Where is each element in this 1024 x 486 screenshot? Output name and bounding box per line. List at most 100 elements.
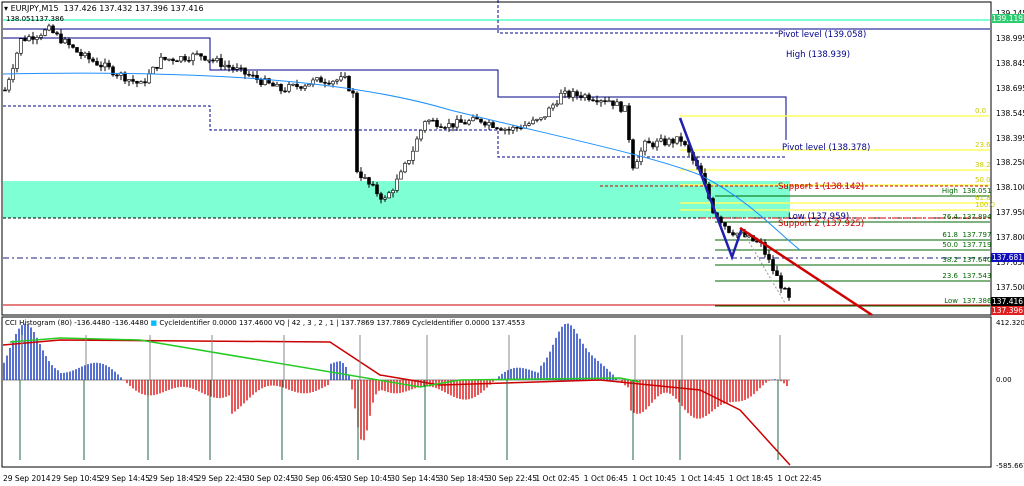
candle-body <box>343 75 347 78</box>
time-tick: 1 Oct 06:45 <box>583 474 628 483</box>
candle-body <box>379 193 383 200</box>
time-tick: 30 Sep 18:45 <box>438 474 489 483</box>
candle-body <box>579 95 583 99</box>
candle-body <box>583 94 587 99</box>
candle-body <box>39 35 43 38</box>
candle-body <box>231 66 235 70</box>
candle-body <box>155 66 159 69</box>
candle-body <box>503 128 507 131</box>
candle-body <box>195 53 199 55</box>
chart-canvas[interactable] <box>0 0 1024 486</box>
candle-body <box>179 56 183 62</box>
candle-body <box>615 101 619 106</box>
candle-body <box>51 25 55 34</box>
candle-body <box>655 140 659 148</box>
bid-badge: 137.416 <box>991 297 1024 306</box>
candle-body <box>87 52 91 60</box>
candle-body <box>575 91 579 96</box>
candle-body <box>675 136 679 144</box>
candle-body <box>627 105 631 141</box>
candle-body <box>47 25 51 31</box>
time-tick: 1 Oct 10:45 <box>632 474 677 483</box>
candle-body <box>399 171 403 180</box>
candle-body <box>783 287 787 290</box>
candle-body <box>535 118 539 121</box>
candle-body <box>611 100 615 106</box>
candle-body <box>767 254 771 260</box>
candle-body <box>3 89 7 92</box>
candle-body <box>303 85 307 89</box>
time-tick: 29 Sep 18:45 <box>148 474 199 483</box>
candle-body <box>543 116 547 119</box>
candle-body <box>23 38 27 42</box>
candle-body <box>227 64 231 68</box>
candle-body <box>307 84 311 87</box>
price-tick: 137.800 <box>996 233 1024 243</box>
candle-body <box>539 117 543 120</box>
candle-body <box>319 77 323 83</box>
candle-body <box>207 59 211 62</box>
time-tick: 30 Sep 10:45 <box>341 474 392 483</box>
candle-body <box>35 37 39 40</box>
candle-body <box>407 160 411 164</box>
price-tick: 138.100 <box>996 183 1024 193</box>
ohlc-values: 137.426 137.432 137.396 137.416 <box>63 4 204 13</box>
time-tick: 30 Sep 06:45 <box>293 474 344 483</box>
candle-body <box>507 128 511 131</box>
candle-body <box>91 58 95 62</box>
candle-body <box>299 86 303 89</box>
candle-body <box>663 138 667 146</box>
candle-body <box>551 104 555 109</box>
candle-body <box>63 38 67 44</box>
candle-body <box>7 79 11 91</box>
candle-body <box>15 52 19 69</box>
time-tick: 30 Sep 02:45 <box>245 474 296 483</box>
fib-green-label: 61.8 137.797 <box>942 231 992 239</box>
fib-subheader: 138.051137.386 <box>6 15 64 23</box>
price-badge-mid: 137.681 <box>991 253 1024 262</box>
candle-body <box>595 100 599 103</box>
pivot-step-line <box>3 37 787 140</box>
pivot-dashed-top <box>497 0 780 34</box>
ind-zero: 0.00 <box>996 376 1012 384</box>
candle-body <box>251 74 255 77</box>
candle-body <box>495 127 499 129</box>
candle-body <box>291 83 295 86</box>
candle-body <box>151 66 155 74</box>
candle-body <box>651 142 655 148</box>
candle-body <box>131 79 135 82</box>
candle-body <box>327 82 331 85</box>
moving-average <box>2 72 801 251</box>
candle-body <box>83 52 87 57</box>
candle-body <box>259 79 263 85</box>
symbol-header: ▾ EURJPY,M15 137.426 137.432 137.396 137… <box>4 4 204 13</box>
candle-body <box>607 100 611 103</box>
candle-body <box>315 77 319 81</box>
trend-line <box>739 226 873 317</box>
symbol: EURJPY,M15 <box>10 4 59 13</box>
candle-body <box>19 38 23 54</box>
candle-body <box>147 73 151 84</box>
candle-body <box>667 138 671 146</box>
price-tick: 137.500 <box>996 282 1024 292</box>
candle-body <box>219 58 223 67</box>
candle-body <box>183 56 187 61</box>
candle-body <box>123 72 127 82</box>
candle-body <box>71 44 75 48</box>
ind-min: -585.667 <box>996 462 1024 470</box>
fib-yellow-label: 100.0 <box>975 201 996 209</box>
candle-body <box>403 163 407 173</box>
signal-line-red <box>2 339 791 466</box>
time-tick: 29 Sep 14:45 <box>99 474 150 483</box>
fib-yellow-label: 50.0 <box>975 176 991 184</box>
candle-body <box>591 99 595 102</box>
fib-green-label: High 138.051 <box>941 187 992 195</box>
candle-body <box>499 128 503 131</box>
candle-body <box>559 92 563 105</box>
candle-body <box>735 232 739 236</box>
candle-body <box>643 140 647 152</box>
candle-body <box>419 129 423 140</box>
candle-body <box>115 74 119 77</box>
indicator-header: CCI Histogram (80) -136.4480 -136.4480 ■… <box>5 319 526 327</box>
candle-body <box>367 177 371 185</box>
